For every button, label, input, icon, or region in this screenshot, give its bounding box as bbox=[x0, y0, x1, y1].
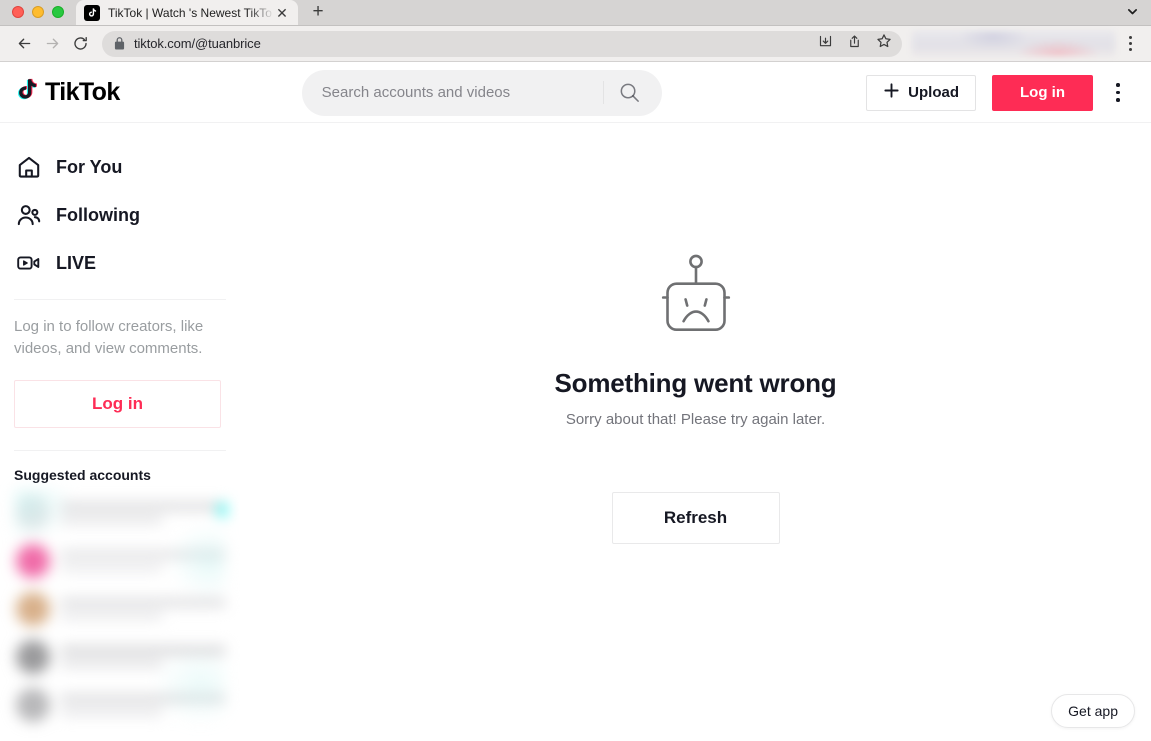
sidebar-item-label: Following bbox=[56, 204, 140, 225]
close-icon[interactable]: ✕ bbox=[274, 5, 290, 21]
tiktok-logo[interactable]: TikTok bbox=[14, 75, 121, 110]
suggested-accounts-list[interactable] bbox=[14, 488, 226, 729]
refresh-button[interactable]: Refresh bbox=[611, 492, 780, 544]
sidebar-item-for-you[interactable]: For You bbox=[14, 143, 240, 191]
error-subtitle: Sorry about that! Please try again later… bbox=[565, 411, 826, 428]
sidebar-divider bbox=[14, 299, 226, 300]
list-item[interactable] bbox=[14, 633, 226, 681]
bookmark-star-icon[interactable] bbox=[876, 33, 892, 54]
lock-icon bbox=[114, 37, 125, 50]
sidebar-item-label: LIVE bbox=[56, 252, 97, 273]
error-container: Something went wrong Sorry about that! P… bbox=[240, 123, 1151, 740]
share-icon[interactable] bbox=[847, 34, 862, 54]
install-icon[interactable] bbox=[818, 34, 833, 54]
suggested-accounts-title: Suggested accounts bbox=[14, 466, 151, 483]
list-item[interactable] bbox=[14, 489, 226, 537]
sidebar-divider-2 bbox=[14, 449, 226, 451]
arrow-left-icon[interactable] bbox=[10, 30, 38, 58]
upload-button[interactable]: Upload bbox=[866, 74, 976, 111]
maximize-window-button[interactable] bbox=[52, 6, 64, 18]
window-traffic-lights bbox=[0, 6, 64, 25]
browser-toolbar: tiktok.com/@tuanbrice bbox=[0, 26, 1151, 62]
search-icon[interactable] bbox=[604, 71, 656, 115]
header-actions: Upload Log in bbox=[866, 74, 1135, 111]
browser-window: TikTok | Watch 's Newest TikTo ✕ + tikto… bbox=[0, 0, 1151, 741]
tab-title: TikTok | Watch 's Newest TikTo bbox=[108, 5, 272, 20]
live-video-icon bbox=[14, 250, 44, 276]
page-body: For You Following LIVE Log in to follow … bbox=[0, 123, 1151, 740]
users-icon bbox=[14, 202, 44, 228]
search-bar[interactable] bbox=[301, 69, 662, 116]
tiktok-page: TikTok TikTok TikTok Search accounts and… bbox=[0, 63, 1151, 741]
browser-tab[interactable]: TikTok | Watch 's Newest TikTo ✕ bbox=[76, 0, 298, 25]
upload-button-label: Upload bbox=[908, 84, 959, 101]
reload-icon[interactable] bbox=[66, 30, 94, 58]
header-login-button[interactable]: Log in bbox=[992, 74, 1093, 111]
sidebar-login-button[interactable]: Log in bbox=[14, 379, 221, 428]
cyan-accent-dot bbox=[218, 502, 226, 517]
omnibox-actions bbox=[818, 33, 892, 54]
list-item[interactable] bbox=[14, 681, 226, 729]
minimize-window-button[interactable] bbox=[32, 6, 44, 18]
address-bar[interactable]: tiktok.com/@tuanbrice bbox=[102, 30, 902, 57]
error-title: Something went wrong bbox=[554, 368, 837, 398]
search-input[interactable] bbox=[321, 84, 603, 101]
kebab-menu-icon[interactable] bbox=[1119, 30, 1141, 58]
get-app-button[interactable]: Get app bbox=[1051, 694, 1135, 728]
sidebar: For You Following LIVE Log in to follow … bbox=[0, 123, 240, 740]
list-item[interactable] bbox=[14, 537, 226, 585]
close-window-button[interactable] bbox=[12, 6, 24, 18]
extensions-blurred-region bbox=[912, 31, 1115, 56]
tiktok-wordmark: TikTok bbox=[44, 78, 121, 107]
chevron-down-icon[interactable] bbox=[1117, 0, 1147, 24]
sidebar-item-live[interactable]: LIVE bbox=[14, 239, 240, 287]
url-text: tiktok.com/@tuanbrice bbox=[134, 36, 261, 51]
sidebar-item-label: For You bbox=[56, 156, 123, 177]
sidebar-item-following[interactable]: Following bbox=[14, 191, 240, 239]
tab-strip: TikTok | Watch 's Newest TikTo ✕ + bbox=[0, 0, 1151, 26]
tiktok-note-icon bbox=[84, 4, 100, 21]
tiktok-header: TikTok TikTok TikTok Search accounts and… bbox=[0, 63, 1151, 123]
sad-robot-icon bbox=[655, 253, 737, 342]
login-prompt-text: Log in to follow creators, like videos, … bbox=[14, 318, 204, 357]
list-item[interactable] bbox=[14, 585, 226, 633]
home-icon bbox=[14, 154, 44, 180]
new-tab-button[interactable]: + bbox=[304, 0, 332, 24]
tiktok-note-icon bbox=[14, 75, 41, 110]
arrow-right-icon[interactable] bbox=[38, 30, 66, 58]
plus-icon bbox=[883, 82, 900, 103]
kebab-menu-icon[interactable] bbox=[1101, 75, 1135, 111]
